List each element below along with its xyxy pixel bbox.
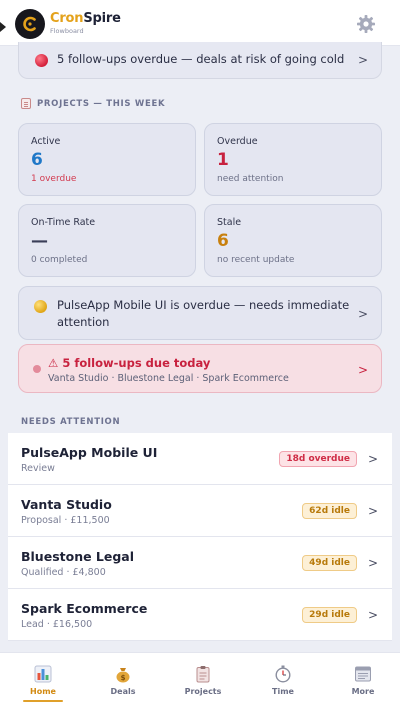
stat-value: 6 <box>217 231 229 251</box>
active-tab-indicator <box>23 700 63 702</box>
stopwatch-icon <box>274 665 292 683</box>
nav-label: Time <box>272 687 294 696</box>
brand-name: CronSpire <box>50 12 121 26</box>
stat-sub: 0 completed <box>31 255 88 265</box>
cronspire-logo[interactable] <box>15 9 45 39</box>
stat-sub: 1 overdue <box>31 174 77 184</box>
needs-attention-list: PulseApp Mobile UI Review 18d overdue > … <box>8 433 392 641</box>
clipboard-icon <box>194 665 212 683</box>
chevron-right-icon: > <box>367 608 378 622</box>
app-header: CronSpire Flowboard <box>0 0 400 46</box>
bottom-navigation: Home $ Deals Projects Time More <box>0 652 400 704</box>
list-item[interactable]: PulseApp Mobile UI Review 18d overdue > <box>8 433 392 485</box>
status-badge: 49d idle <box>302 555 357 571</box>
stat-value: 1 <box>217 150 229 170</box>
status-badge: 29d idle <box>302 607 357 623</box>
nav-home[interactable]: Home <box>3 653 83 704</box>
nav-label: Home <box>30 687 56 696</box>
item-name: Vanta Studio <box>21 497 112 512</box>
item-meta: Lead · £16,500 <box>21 619 93 630</box>
svg-text:$: $ <box>121 674 126 682</box>
brand-name-part1: Cron <box>50 11 84 26</box>
nav-label: Projects <box>184 687 222 696</box>
stat-label: On-Time Rate <box>31 217 96 228</box>
needs-attention-title: NEEDS ATTENTION <box>21 417 121 427</box>
chevron-right-icon: > <box>357 363 368 377</box>
chevron-right-icon: > <box>357 53 368 67</box>
stat-sub: no recent update <box>217 255 295 265</box>
chevron-right-icon: > <box>367 556 378 570</box>
money-bag-icon: $ <box>114 665 132 683</box>
stat-label: Overdue <box>217 136 258 147</box>
project-overdue-text: PulseApp Mobile UI is overdue — needs im… <box>57 298 350 329</box>
yellow-circle-icon <box>34 300 47 313</box>
pointer-cursor-icon <box>0 22 6 32</box>
stat-value: 6 <box>31 150 43 170</box>
status-badge: 18d overdue <box>279 451 357 467</box>
item-name: Bluestone Legal <box>21 549 135 564</box>
menu-card-icon <box>354 665 372 683</box>
stat-card-on-time-rate[interactable]: On-Time Rate — 0 completed <box>18 204 196 277</box>
nav-more[interactable]: More <box>323 653 400 704</box>
followups-overdue-text: 5 follow-ups overdue — deals at risk of … <box>57 52 345 66</box>
chevron-right-icon: > <box>367 452 378 466</box>
brand: CronSpire Flowboard <box>50 12 121 36</box>
list-item[interactable]: Vanta Studio Proposal · £11,500 62d idle… <box>8 485 392 537</box>
item-name: PulseApp Mobile UI <box>21 445 158 460</box>
nav-time[interactable]: Time <box>243 653 323 704</box>
stat-card-stale[interactable]: Stale 6 no recent update <box>204 204 382 277</box>
item-meta: Proposal · £11,500 <box>21 515 110 526</box>
red-circle-icon <box>35 54 48 67</box>
followups-due-clients: Vanta Studio · Bluestone Legal · Spark E… <box>48 373 289 384</box>
nav-label: More <box>351 687 375 696</box>
logo-c-icon <box>16 10 44 38</box>
stat-label: Stale <box>217 217 242 228</box>
project-overdue-alert[interactable]: PulseApp Mobile UI is overdue — needs im… <box>18 286 382 340</box>
item-name: Spark Ecommerce <box>21 601 148 616</box>
list-item[interactable]: Spark Ecommerce Lead · £16,500 29d idle … <box>8 589 392 641</box>
stat-sub: need attention <box>217 174 284 184</box>
chevron-right-icon: > <box>357 307 368 321</box>
stat-label: Active <box>31 136 61 147</box>
stat-card-active[interactable]: Active 6 1 overdue <box>18 123 196 196</box>
clipboard-icon <box>21 98 31 109</box>
followups-due-title: ⚠ 5 follow-ups due today <box>48 356 211 370</box>
nav-deals[interactable]: $ Deals <box>83 653 163 704</box>
item-meta: Qualified · £4,800 <box>21 567 106 578</box>
chart-icon <box>34 665 52 683</box>
list-item[interactable]: Bluestone Legal Qualified · £4,800 49d i… <box>8 537 392 589</box>
stat-value: — <box>31 231 48 251</box>
item-meta: Review <box>21 463 55 474</box>
pink-dot-icon <box>33 365 41 373</box>
projects-section-title-text: PROJECTS — THIS WEEK <box>37 98 166 109</box>
nav-projects[interactable]: Projects <box>163 653 243 704</box>
gear-icon[interactable] <box>356 14 376 34</box>
nav-label: Deals <box>110 687 136 696</box>
status-badge: 62d idle <box>302 503 357 519</box>
stat-card-overdue[interactable]: Overdue 1 need attention <box>204 123 382 196</box>
followups-overdue-alert[interactable]: 5 follow-ups overdue — deals at risk of … <box>18 42 382 79</box>
projects-section-title: PROJECTS — THIS WEEK <box>21 98 165 109</box>
followups-due-today-alert[interactable]: ⚠ 5 follow-ups due today Vanta Studio · … <box>18 344 382 393</box>
chevron-right-icon: > <box>367 504 378 518</box>
brand-subtitle: Flowboard <box>50 27 84 35</box>
brand-name-part2: Spire <box>83 11 121 26</box>
